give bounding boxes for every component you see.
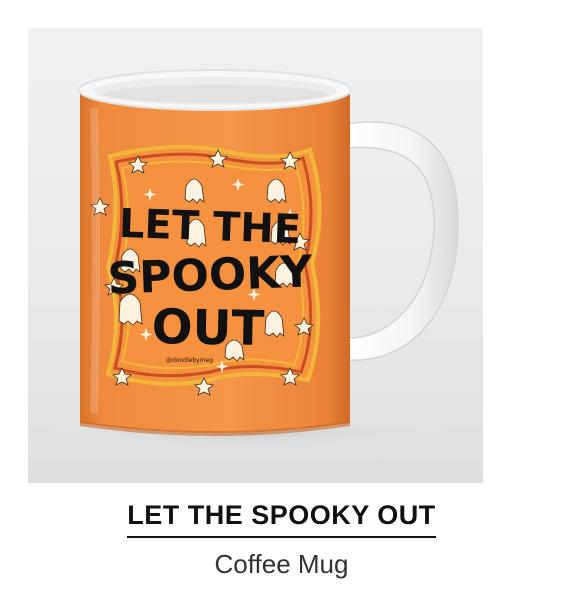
product-title-link[interactable]: LET THE SPOOKY OUT: [0, 500, 563, 538]
mug-artwork: LET THE SPOOKY OUT @doodlebymeg: [90, 144, 322, 396]
product-type: Coffee Mug: [214, 549, 349, 579]
mug-handle: [345, 121, 459, 361]
product-image[interactable]: LET THE SPOOKY OUT @doodlebymeg: [28, 28, 483, 483]
product-title[interactable]: LET THE SPOOKY OUT: [127, 500, 436, 538]
artwork-line-2: SPOOKY: [107, 246, 314, 304]
artwork-line-1: LET THE: [118, 201, 302, 253]
product-card[interactable]: LET THE SPOOKY OUT @doodlebymeg LET THE …: [0, 0, 563, 616]
artwork-line-3: OUT: [151, 299, 265, 357]
coffee-mug-illustration: LET THE SPOOKY OUT @doodlebymeg: [48, 69, 459, 449]
artwork-signature: @doodlebymeg: [166, 357, 213, 364]
